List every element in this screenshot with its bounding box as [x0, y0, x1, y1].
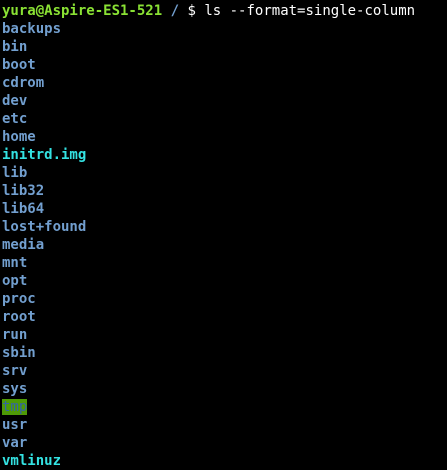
entry-name: mnt: [2, 255, 28, 271]
listing-entry: initrd.img: [2, 146, 447, 164]
entry-name: media: [2, 237, 45, 253]
command-text: ls --format=single-column: [204, 3, 416, 19]
entry-name: sbin: [2, 345, 36, 361]
listing-entry: media: [2, 236, 447, 254]
listing-entry: root: [2, 308, 447, 326]
listing-entry: opt: [2, 272, 447, 290]
listing-entry: backups: [2, 20, 447, 38]
entry-name: lib: [2, 165, 28, 181]
entry-name: cdrom: [2, 75, 45, 91]
listing-entry: boot: [2, 56, 447, 74]
listing-entry: lib64: [2, 200, 447, 218]
entry-name: etc: [2, 111, 28, 127]
listing-entry: home: [2, 128, 447, 146]
listing-entry: tmp: [2, 398, 447, 416]
entry-name: bin: [2, 39, 28, 55]
prompt-user-host: yura@Aspire-ES1-521: [2, 3, 163, 19]
entry-name: var: [2, 435, 28, 451]
listing-entry: etc: [2, 110, 447, 128]
listing-entry: vmlinuz: [2, 452, 447, 470]
entry-name: lost+found: [2, 219, 87, 235]
entry-name: boot: [2, 57, 36, 73]
terminal-window[interactable]: yura@Aspire-ES1-521 / $ ls --format=sing…: [0, 0, 447, 469]
listing-entry: lib32: [2, 182, 447, 200]
entry-name: sys: [2, 381, 28, 397]
listing-entry: proc: [2, 290, 447, 308]
listing-entry: sys: [2, 380, 447, 398]
entry-name: root: [2, 309, 36, 325]
prompt-separator: [162, 3, 170, 19]
entry-name: dev: [2, 93, 28, 109]
entry-name: home: [2, 129, 36, 145]
entry-name: usr: [2, 417, 28, 433]
entry-name: srv: [2, 363, 28, 379]
entry-name: run: [2, 327, 28, 343]
entry-name: tmp: [2, 399, 28, 415]
prompt-symbol: $: [187, 3, 196, 19]
listing-entry: var: [2, 434, 447, 452]
prompt-line: yura@Aspire-ES1-521 / $ ls --format=sing…: [2, 2, 447, 20]
listing-entry: lost+found: [2, 218, 447, 236]
listing-entry: sbin: [2, 344, 447, 362]
listing-entry: run: [2, 326, 447, 344]
entry-name: backups: [2, 21, 62, 37]
entry-name: opt: [2, 273, 28, 289]
entry-name: proc: [2, 291, 36, 307]
listing-entry: usr: [2, 416, 447, 434]
listing-entry: lib: [2, 164, 447, 182]
listing-entry: srv: [2, 362, 447, 380]
prompt-path: /: [170, 3, 180, 19]
entry-name: lib64: [2, 201, 45, 217]
listing-entry: mnt: [2, 254, 447, 272]
listing-entry: dev: [2, 92, 447, 110]
listing-entry: cdrom: [2, 74, 447, 92]
listing-entry: bin: [2, 38, 447, 56]
entry-name: initrd.img: [2, 147, 87, 163]
entry-name: vmlinuz: [2, 453, 62, 469]
entry-name: lib32: [2, 183, 45, 199]
directory-listing: backups bin boot cdrom dev etc home initrd.img l…: [2, 20, 447, 470]
